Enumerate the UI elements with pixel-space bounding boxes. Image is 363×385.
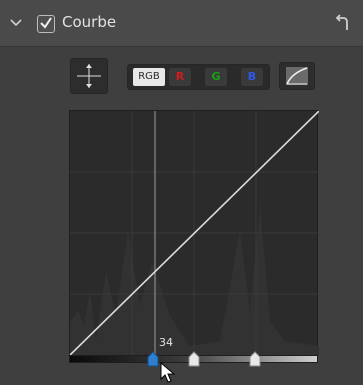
curve-tool-button[interactable] bbox=[279, 62, 315, 90]
white-point-handle[interactable] bbox=[249, 351, 261, 367]
channel-green-button[interactable]: G bbox=[205, 68, 227, 86]
reset-icon[interactable] bbox=[332, 12, 354, 34]
channel-blue-button[interactable]: B bbox=[241, 68, 263, 86]
panel-title: Courbe bbox=[62, 13, 117, 31]
curve-icon bbox=[286, 67, 308, 85]
mid-point-handle[interactable] bbox=[188, 351, 200, 367]
move-tool-button[interactable] bbox=[70, 58, 108, 94]
curve-graph[interactable] bbox=[69, 110, 319, 355]
channel-rgb-button[interactable]: RGB bbox=[133, 68, 165, 86]
black-point-handle[interactable] bbox=[147, 351, 159, 367]
mouse-pointer-icon bbox=[160, 362, 176, 383]
panel-header[interactable]: Courbe bbox=[0, 0, 363, 47]
channel-selector: RGB R G B bbox=[127, 64, 270, 90]
input-value-label: 34 bbox=[159, 336, 173, 349]
channel-red-button[interactable]: R bbox=[169, 68, 191, 86]
enable-checkbox[interactable] bbox=[37, 15, 55, 33]
move-crosshair-icon bbox=[77, 64, 101, 88]
chevron-down-icon[interactable] bbox=[9, 18, 23, 28]
checkmark-icon bbox=[40, 17, 52, 29]
